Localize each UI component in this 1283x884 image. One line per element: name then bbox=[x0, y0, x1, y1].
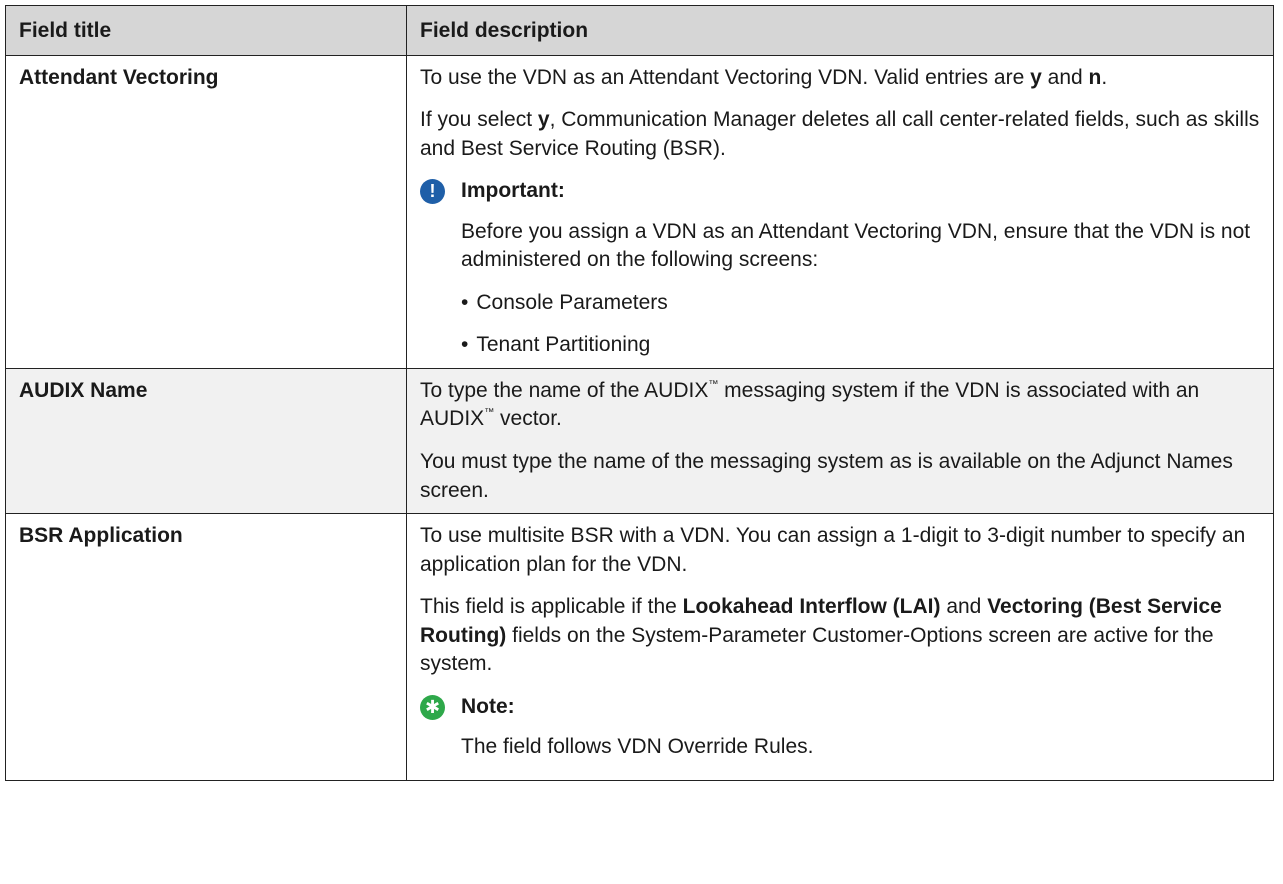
description-paragraph: This field is applicable if the Lookahea… bbox=[420, 595, 1222, 676]
note-asterisk-icon: ✱ bbox=[420, 694, 445, 720]
important-callout: ! Important: bbox=[420, 177, 1260, 206]
table-row: AUDIX Name To type the name of the AUDIX… bbox=[5, 367, 1274, 515]
description-paragraph: If you select y, Communication Manager d… bbox=[420, 108, 1260, 160]
table-row: Attendant Vectoring To use the VDN as an… bbox=[5, 54, 1274, 369]
description-paragraph: You must type the name of the messaging … bbox=[420, 450, 1233, 502]
trademark-symbol: ™ bbox=[484, 407, 495, 419]
callout-text: Before you assign a VDN as an Attendant … bbox=[461, 219, 1251, 272]
field-title: Attendant Vectoring bbox=[5, 54, 407, 369]
column-header-field-title: Field title bbox=[5, 5, 407, 56]
field-description-table: Field title Field description Attendant … bbox=[5, 5, 1274, 781]
description-paragraph: To use multisite BSR with a VDN. You can… bbox=[420, 524, 1246, 576]
important-icon: ! bbox=[420, 178, 445, 204]
table-header-row: Field title Field description bbox=[5, 5, 1274, 56]
callout-text: The field follows VDN Override Rules. bbox=[461, 735, 814, 759]
callout-label: Important: bbox=[461, 179, 565, 203]
list-item: • Console Parameters bbox=[461, 290, 668, 314]
bullet-icon: • bbox=[461, 290, 469, 314]
note-callout: ✱ Note: bbox=[420, 693, 1260, 722]
field-description: To type the name of the AUDIX™ messaging… bbox=[406, 367, 1274, 515]
description-paragraph: To type the name of the AUDIX™ messaging… bbox=[420, 378, 1200, 431]
column-header-field-description: Field description bbox=[406, 5, 1274, 56]
field-title: BSR Application bbox=[5, 513, 407, 781]
callout-body: The field follows VDN Override Rules. bbox=[420, 733, 1260, 762]
list-item: • Tenant Partitioning bbox=[461, 333, 651, 357]
trademark-symbol: ™ bbox=[708, 378, 719, 390]
callout-body: Before you assign a VDN as an Attendant … bbox=[420, 218, 1260, 360]
table-row: BSR Application To use multisite BSR wit… bbox=[5, 513, 1274, 781]
field-title: AUDIX Name bbox=[5, 367, 407, 515]
bullet-icon: • bbox=[461, 333, 469, 357]
callout-label: Note: bbox=[461, 694, 515, 718]
field-description: To use the VDN as an Attendant Vectoring… bbox=[406, 54, 1274, 369]
description-paragraph: To use the VDN as an Attendant Vectoring… bbox=[420, 65, 1108, 89]
field-description: To use multisite BSR with a VDN. You can… bbox=[406, 513, 1274, 781]
